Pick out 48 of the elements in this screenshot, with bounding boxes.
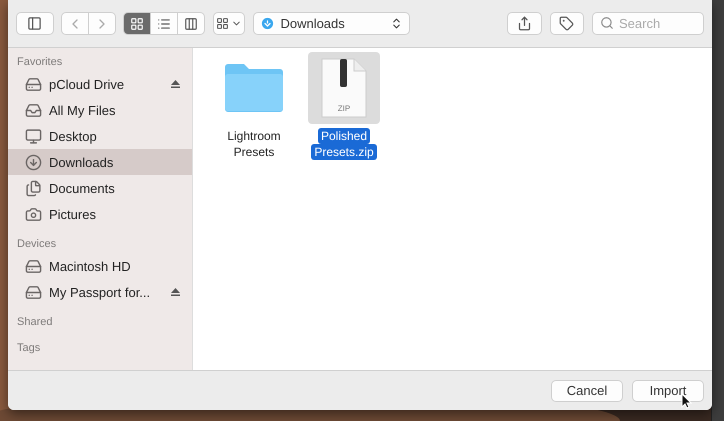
download-icon xyxy=(25,154,42,170)
location-dropdown[interactable]: Downloads xyxy=(253,12,410,35)
file-type-label: ZIP xyxy=(336,104,352,113)
zip-file-icon xyxy=(321,58,367,118)
sidebar-item[interactable]: Downloads xyxy=(8,149,192,175)
search-icon xyxy=(600,16,614,30)
columns-icon xyxy=(184,16,198,30)
monitor-icon xyxy=(25,128,42,144)
download-folder-icon xyxy=(260,16,276,31)
import-button[interactable]: Import xyxy=(632,380,704,402)
eject-icon[interactable] xyxy=(171,80,180,88)
camera-icon xyxy=(25,206,42,222)
sidebar-item[interactable]: Desktop xyxy=(8,123,192,149)
file-name[interactable]: Presets.zip xyxy=(311,144,377,160)
file-name[interactable]: Lightroom xyxy=(224,128,284,144)
sidebar-item[interactable]: My Passport for... xyxy=(8,279,192,305)
tray-icon xyxy=(25,102,42,118)
tag-button[interactable] xyxy=(550,12,584,35)
grid-view-button[interactable] xyxy=(122,12,151,35)
share-button[interactable] xyxy=(507,12,542,35)
file-thumbnail[interactable]: ZIP xyxy=(308,52,380,124)
drive-icon xyxy=(25,76,42,92)
columns-view-button[interactable] xyxy=(176,12,205,35)
folder-icon xyxy=(223,63,285,113)
arrange-button[interactable] xyxy=(212,12,246,35)
sidebar-icon xyxy=(27,16,42,31)
sidebar-section-title: Shared xyxy=(16,315,54,330)
sidebar-item[interactable]: Macintosh HD xyxy=(8,253,192,279)
sidebar-item[interactable]: Pictures xyxy=(8,201,192,227)
sidebar-section-title: Favorites xyxy=(16,55,64,70)
list-icon xyxy=(156,16,171,30)
list-view-button[interactable] xyxy=(150,12,178,35)
cancel-button[interactable]: Cancel xyxy=(551,380,623,402)
file-name[interactable]: Polished xyxy=(318,128,370,144)
search-field[interactable]: Search xyxy=(592,12,704,35)
grid-icon xyxy=(216,17,230,30)
sidebar-item[interactable]: Documents xyxy=(8,175,192,201)
share-icon xyxy=(516,16,532,31)
eject-icon[interactable] xyxy=(171,288,180,296)
sidebar-toggle-button[interactable] xyxy=(16,12,54,35)
sidebar-section-title: Tags xyxy=(16,341,42,356)
tag-icon xyxy=(559,16,574,31)
grid-icon xyxy=(130,16,144,30)
sidebar-section-title: Devices xyxy=(16,237,58,252)
sidebar-item[interactable]: All My Files xyxy=(8,97,192,123)
file-name[interactable]: Presets xyxy=(230,144,278,160)
documents-icon xyxy=(25,180,42,196)
sidebar-item[interactable]: pCloud Drive xyxy=(8,71,192,97)
